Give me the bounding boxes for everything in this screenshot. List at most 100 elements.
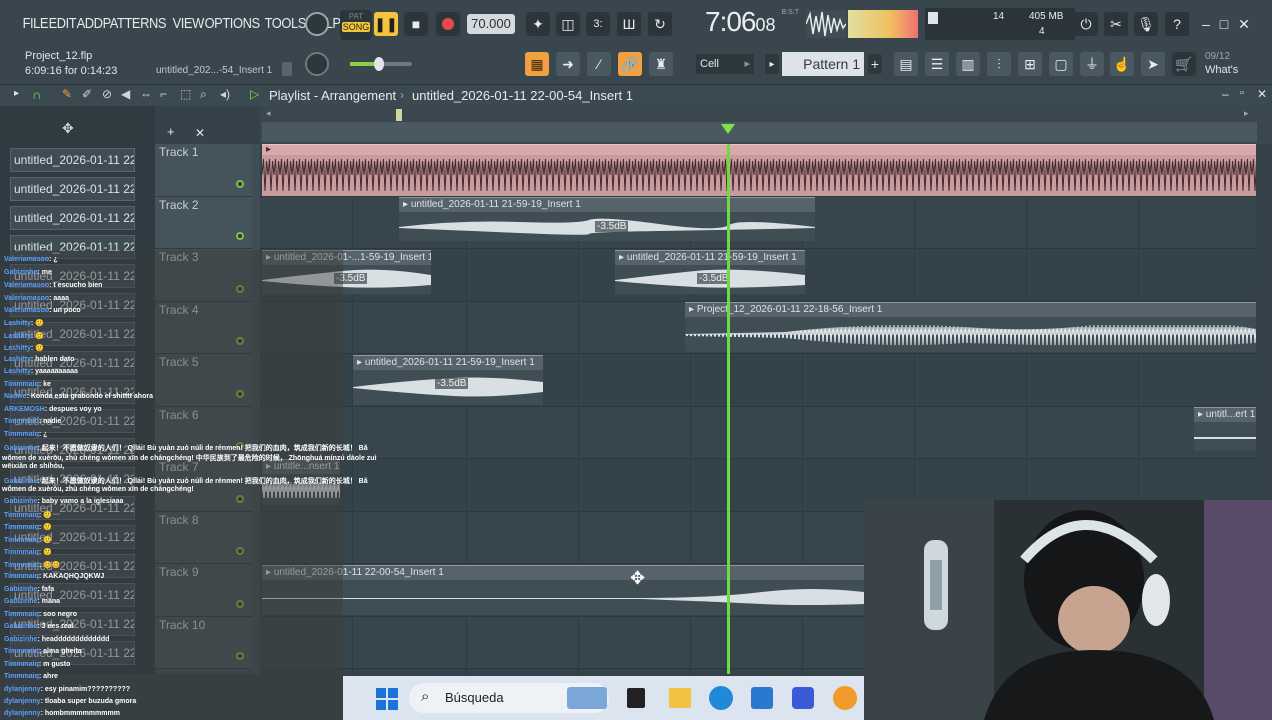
loop-record-icon[interactable]: ↻ bbox=[648, 12, 672, 36]
windows-start-icon[interactable] bbox=[376, 688, 398, 710]
metronome-icon[interactable]: ✦ bbox=[526, 12, 550, 36]
chat-message: Gabizinhe: 起来！不愿做奴隶的人们！ Qǐlái! Bù yuàn z… bbox=[4, 476, 368, 486]
add-pattern-icon[interactable]: + bbox=[868, 54, 882, 74]
playlist-close-icon[interactable]: ✕ bbox=[1257, 87, 1267, 101]
playlist-minimize-icon[interactable]: – bbox=[1222, 87, 1229, 101]
playback-icon[interactable]: ◂) bbox=[220, 87, 230, 101]
taskbar-search[interactable]: ⌕ Búsqueda bbox=[409, 683, 609, 713]
audio-clip[interactable]: ▸ untitled_2026-01-11 21-59-19_Insert 1 … bbox=[399, 197, 815, 241]
brush-tool-icon[interactable]: ⁄ bbox=[587, 52, 611, 76]
clear-icon[interactable]: ✕ bbox=[195, 126, 205, 140]
touch-icon[interactable]: ☝ bbox=[1110, 52, 1134, 76]
close-icon[interactable]: ✕ bbox=[1236, 16, 1252, 32]
scroll-thumb[interactable] bbox=[396, 109, 402, 121]
menu-tools[interactable]: TOOLS bbox=[262, 12, 309, 36]
pattern-selector[interactable]: Pattern 1 bbox=[782, 52, 864, 76]
piano-roll-window-icon[interactable]: ▥ bbox=[956, 52, 980, 76]
select-icon[interactable]: ⬚ bbox=[180, 87, 191, 101]
song-position-marker-icon[interactable] bbox=[721, 124, 735, 134]
audio-clip[interactable]: ▸ untitl...ert 1 bbox=[1194, 407, 1256, 451]
chat-text: : hombmmmmmmmmm bbox=[40, 710, 120, 717]
stop-button[interactable]: ■ bbox=[404, 12, 428, 36]
piano-roll-icon[interactable]: ▦ bbox=[525, 52, 549, 76]
zoom-icon[interactable]: ⌕ bbox=[200, 87, 207, 102]
snap-selector[interactable]: Cell ▸ bbox=[696, 54, 754, 74]
audio-clip[interactable]: ▸ untitled_2026-01-11 21-59-19_Insert 1 … bbox=[615, 250, 805, 294]
playlist-window-icon[interactable]: ▤ bbox=[894, 52, 918, 76]
play-icon[interactable]: ▸ bbox=[14, 88, 19, 99]
tools-icon[interactable]: ✂ bbox=[1104, 12, 1128, 36]
record-button[interactable] bbox=[436, 12, 460, 36]
news-label[interactable]: What's bbox=[1205, 64, 1238, 76]
add-track-icon[interactable]: + bbox=[167, 124, 175, 139]
master-pitch-slider[interactable] bbox=[350, 57, 412, 71]
wait-input-icon[interactable]: ◫ bbox=[556, 12, 580, 36]
channel-rack-icon[interactable]: ☰ bbox=[925, 52, 949, 76]
tempo-display[interactable]: 70.000 bbox=[467, 14, 515, 34]
master-volume-knob[interactable] bbox=[305, 12, 329, 36]
picker-item[interactable]: untitled_2026-01-11 22-... bbox=[10, 177, 135, 201]
chat-user: Timmmaiq bbox=[4, 431, 39, 438]
pause-button[interactable]: ❚❚ bbox=[374, 12, 398, 36]
scroll-left-icon[interactable]: ◂ bbox=[266, 108, 271, 119]
step-edit-icon[interactable]: Ш bbox=[617, 12, 641, 36]
scroll-right-icon[interactable]: ▸ bbox=[1244, 108, 1249, 119]
chat-message: Lashitty: 🙂 bbox=[4, 332, 44, 340]
audio-clip[interactable]: ▸ untitled_2026-01-11 22-00-54_Insert 1 bbox=[262, 565, 864, 615]
delete-icon[interactable]: ⊘ bbox=[102, 87, 112, 101]
pattern-prev-icon[interactable]: ▸ bbox=[765, 54, 779, 74]
edge-icon[interactable] bbox=[709, 686, 733, 710]
task-view-icon[interactable] bbox=[627, 688, 645, 708]
app-icon[interactable] bbox=[792, 687, 814, 709]
track-header[interactable]: Track 1 bbox=[155, 144, 252, 197]
store-icon[interactable] bbox=[751, 687, 773, 709]
track-enable-led[interactable] bbox=[236, 232, 244, 240]
track-enable-led[interactable] bbox=[236, 179, 244, 188]
lock-icon[interactable] bbox=[282, 62, 292, 76]
microphone-icon[interactable]: 🎙 bbox=[1134, 12, 1158, 36]
stamp-icon[interactable]: ♜ bbox=[649, 52, 673, 76]
help-icon[interactable]: ? bbox=[1165, 12, 1189, 36]
fl-studio-icon[interactable] bbox=[833, 686, 857, 710]
panic-icon[interactable]: ⏻ bbox=[1074, 12, 1098, 36]
slip-icon[interactable]: ⇔ bbox=[140, 87, 152, 101]
audio-clip[interactable]: ▸ untitled_2026-01-11 21-59-19_Insert 1 … bbox=[353, 355, 543, 405]
slider-handle[interactable] bbox=[374, 57, 384, 71]
pat-song-toggle[interactable]: PAT SONG bbox=[340, 10, 372, 40]
playhead[interactable] bbox=[727, 144, 730, 674]
mixer-icon[interactable]: ⫶ bbox=[987, 52, 1011, 76]
song-time-display: 7:0608 B:S:T bbox=[705, 6, 799, 42]
paint-icon[interactable]: ✐ bbox=[82, 87, 92, 101]
shop-icon[interactable]: 🛒 bbox=[1172, 52, 1196, 76]
menu-view[interactable]: VIEW bbox=[170, 12, 206, 36]
picker-arrows-icon[interactable]: ✥ bbox=[62, 120, 74, 137]
maximize-icon[interactable]: □ bbox=[1216, 16, 1232, 32]
audio-clip[interactable]: ▸ bbox=[262, 144, 1256, 196]
arrow-tool-icon[interactable]: ➜ bbox=[556, 52, 580, 76]
track-header[interactable]: Track 2 bbox=[155, 196, 252, 249]
plugin-icon[interactable]: ⏚ bbox=[1080, 52, 1104, 76]
track-lane[interactable] bbox=[260, 406, 1256, 459]
chat-text: : 🙂 bbox=[30, 333, 44, 340]
chat-text: wǒmen de xuèròu, zhù chéng wǒmen xīn de … bbox=[2, 455, 377, 462]
info-icon[interactable]: ➤ bbox=[1141, 52, 1165, 76]
pitch-knob[interactable] bbox=[305, 52, 329, 76]
picker-item[interactable]: untitled_2026-01-11 22-... bbox=[10, 148, 135, 172]
browser-icon[interactable]: ⊞ bbox=[1018, 52, 1042, 76]
pencil-icon[interactable]: ✎ bbox=[62, 87, 72, 101]
file-explorer-icon[interactable] bbox=[669, 688, 691, 708]
arrangement-play-icon[interactable]: ▷ bbox=[250, 87, 259, 101]
menu-patterns[interactable]: PATTERNS bbox=[100, 12, 169, 36]
timeline-ruler[interactable] bbox=[262, 122, 1257, 142]
playlist-maximize-icon[interactable]: ▫ bbox=[1240, 87, 1244, 99]
slice-icon[interactable]: ⌐ bbox=[160, 87, 167, 101]
link-icon[interactable]: 🔗 bbox=[618, 52, 642, 76]
magnet-icon[interactable]: ∩ bbox=[32, 87, 41, 102]
audio-clip[interactable]: ▸ Project_12_2026-01-11 22-18-56_Insert … bbox=[685, 302, 1256, 352]
project-icon[interactable]: ▢ bbox=[1049, 52, 1073, 76]
mute-icon[interactable]: ◀ bbox=[121, 87, 130, 101]
countdown-icon[interactable]: 3: bbox=[586, 12, 610, 36]
menu-options[interactable]: OPTIONS bbox=[202, 12, 262, 36]
minimize-icon[interactable]: – bbox=[1198, 16, 1214, 32]
picker-item[interactable]: untitled_2026-01-11 22-... bbox=[10, 206, 135, 230]
